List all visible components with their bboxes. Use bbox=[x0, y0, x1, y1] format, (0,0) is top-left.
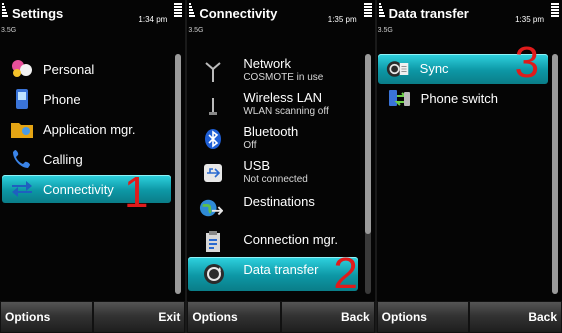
scrollbar-thumb[interactable] bbox=[364, 54, 371, 234]
menu-item-status: WLAN scanning off bbox=[243, 106, 329, 117]
handset-icon bbox=[10, 147, 34, 171]
signal-strength-icon bbox=[2, 3, 9, 19]
connectivity-arrows-icon bbox=[10, 177, 34, 201]
step-annotation: 3 bbox=[514, 38, 540, 87]
softkey-bar: Options Back bbox=[376, 301, 562, 333]
menu-item-phone-switch[interactable]: Phone switch bbox=[377, 85, 549, 113]
softkey-bar: Options Exit bbox=[0, 301, 186, 333]
clock: 1:35 pm bbox=[327, 15, 357, 24]
options-softkey[interactable]: Options bbox=[187, 301, 281, 333]
folder-icon bbox=[10, 117, 34, 141]
screens-container: 3.5G Settings 1:34 pm Personal Phone App… bbox=[0, 0, 562, 333]
screen-title: Data transfer bbox=[388, 6, 469, 21]
connectivity-screen: 3.5G Connectivity 1:35 pm Network COSMOT… bbox=[185, 0, 375, 333]
usb-icon bbox=[201, 161, 225, 185]
menu-item-label: Sync bbox=[419, 61, 449, 76]
menu-item-label: Phone switch bbox=[420, 91, 498, 106]
menu-item-label: Calling bbox=[43, 151, 83, 167]
softkey-bar: Options Back bbox=[187, 301, 375, 333]
menu-item-label: Application mgr. bbox=[43, 121, 136, 137]
menu-item-bluetooth[interactable]: Bluetooth Off bbox=[187, 124, 359, 154]
step-annotation: 1 bbox=[124, 168, 149, 217]
menu-item-destinations[interactable]: Destinations bbox=[187, 192, 359, 222]
exit-softkey[interactable]: Exit bbox=[92, 301, 186, 333]
menu-item-status: Off bbox=[243, 140, 257, 151]
menu-item-label: Wireless LAN bbox=[243, 90, 323, 105]
menu-item-label: Personal bbox=[43, 61, 95, 77]
menu-item-label: Connectivity bbox=[43, 181, 114, 197]
settings-screen: 3.5G Settings 1:34 pm Personal Phone App… bbox=[0, 0, 186, 333]
screen-title: Connectivity bbox=[199, 6, 278, 21]
step-annotation: 2 bbox=[333, 249, 358, 298]
scrollbar-thumb[interactable] bbox=[175, 54, 182, 294]
back-softkey[interactable]: Back bbox=[281, 301, 375, 333]
screen-title: Settings bbox=[12, 6, 64, 21]
data-transfer-screen: 3.5G Data transfer 1:35 pm Sync Phone sw… bbox=[374, 0, 562, 333]
menu-item-label: USB bbox=[243, 158, 271, 173]
clock: 1:34 pm bbox=[138, 15, 168, 24]
network-type-label: 3.5G bbox=[377, 27, 393, 34]
menu-item-wireless-lan[interactable]: Wireless LAN WLAN scanning off bbox=[187, 90, 359, 120]
phone-icon bbox=[10, 87, 34, 111]
menu-item-status: COSMOTE in use bbox=[243, 72, 324, 83]
menu-item-label: Destinations bbox=[243, 194, 315, 209]
options-softkey[interactable]: Options bbox=[0, 301, 93, 333]
data-transfer-icon bbox=[202, 262, 226, 286]
battery-icon bbox=[174, 3, 183, 19]
menu-item-application-mgr[interactable]: Application mgr. bbox=[0, 115, 172, 143]
signal-strength-icon bbox=[378, 3, 386, 19]
menu-item-label: Phone bbox=[43, 91, 81, 107]
back-softkey[interactable]: Back bbox=[469, 301, 562, 333]
battery-icon bbox=[550, 3, 559, 19]
scrollbar[interactable] bbox=[175, 54, 182, 294]
signal-strength-icon bbox=[189, 3, 196, 19]
menu-item-phone[interactable]: Phone bbox=[0, 85, 172, 113]
menu-item-label: Data transfer bbox=[243, 262, 319, 277]
options-softkey[interactable]: Options bbox=[376, 301, 470, 333]
scrollbar-thumb[interactable] bbox=[551, 54, 558, 294]
sync-icon bbox=[386, 57, 410, 81]
bluetooth-icon bbox=[201, 127, 225, 151]
menu-item-usb[interactable]: USB Not connected bbox=[187, 158, 359, 188]
network-type-label: 3.5G bbox=[1, 27, 17, 34]
menu-item-label: Network bbox=[243, 56, 292, 71]
menu-item-label: Connection mgr. bbox=[243, 232, 338, 247]
phone-switch-icon bbox=[387, 87, 411, 111]
menu-item-status: Not connected bbox=[243, 174, 308, 185]
menu-item-network[interactable]: Network COSMOTE in use bbox=[187, 56, 359, 86]
network-type-label: 3.5G bbox=[188, 27, 204, 34]
menu-item-personal[interactable]: Personal bbox=[0, 55, 172, 83]
connection-manager-icon bbox=[201, 230, 225, 254]
scrollbar[interactable] bbox=[364, 54, 371, 294]
scrollbar[interactable] bbox=[551, 54, 558, 294]
battery-icon bbox=[363, 3, 372, 19]
menu-item-label: Bluetooth bbox=[243, 124, 299, 139]
antenna-icon bbox=[201, 59, 225, 83]
clock: 1:35 pm bbox=[515, 15, 544, 24]
wlan-icon bbox=[201, 93, 225, 117]
globe-icon bbox=[199, 196, 224, 220]
personal-icon bbox=[10, 57, 34, 81]
